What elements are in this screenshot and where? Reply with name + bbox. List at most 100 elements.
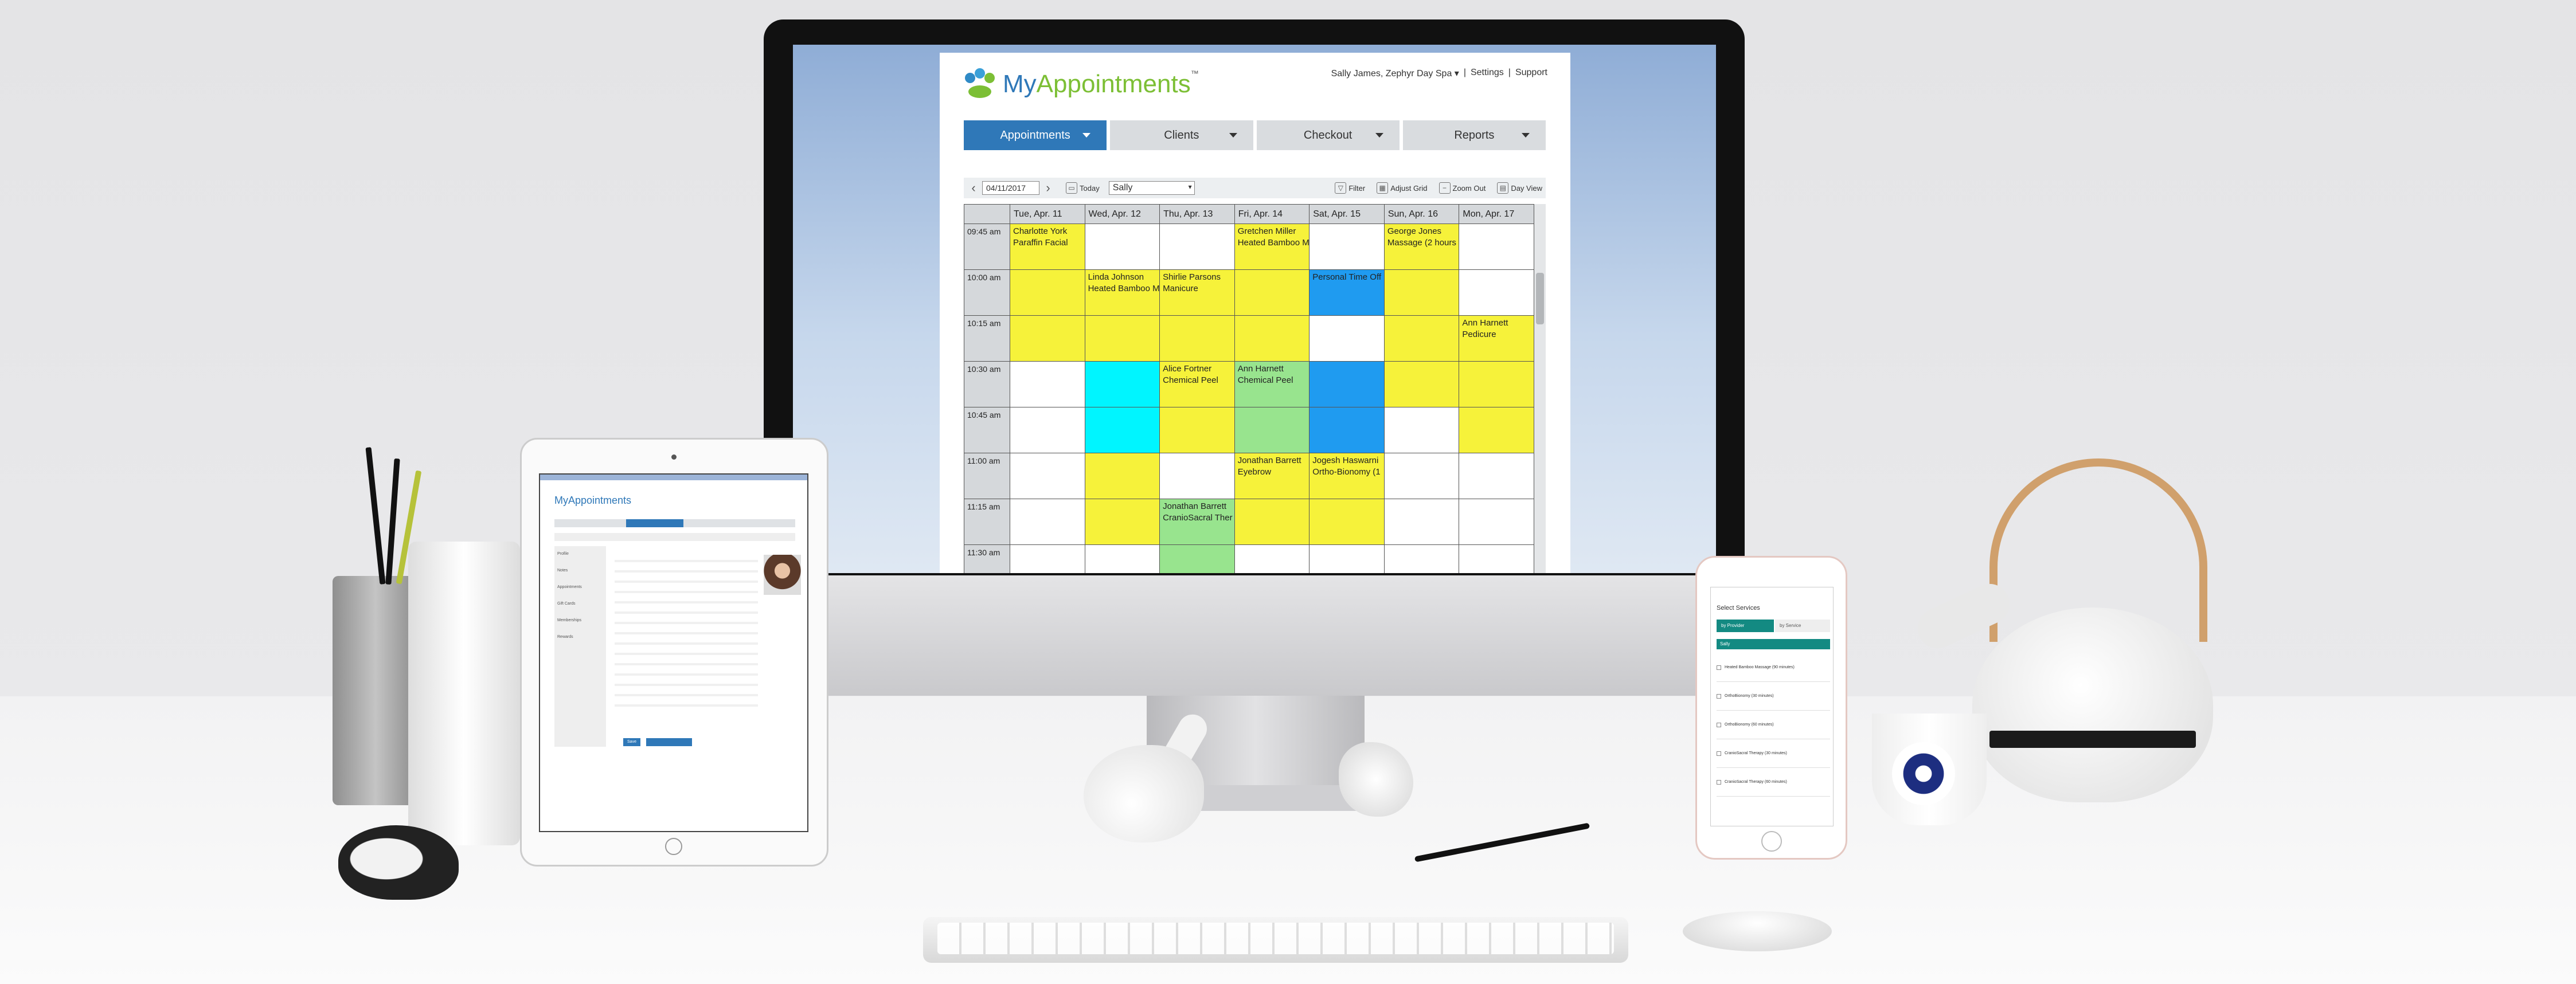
time-slot[interactable] — [1234, 544, 1310, 573]
day-header[interactable]: Tue, Apr. 11 — [1010, 204, 1085, 224]
time-slot[interactable] — [1010, 361, 1085, 407]
date-input[interactable]: 04/11/2017 — [982, 181, 1039, 195]
time-slot[interactable] — [1383, 544, 1460, 573]
time-slot[interactable] — [1159, 407, 1235, 453]
time-slot[interactable] — [1159, 453, 1235, 499]
time-slot[interactable] — [1383, 453, 1460, 499]
time-slot[interactable] — [1234, 407, 1310, 453]
tab-reports[interactable]: Reports — [1402, 120, 1546, 150]
time-slot[interactable] — [1234, 269, 1310, 316]
time-slot[interactable] — [1084, 224, 1160, 270]
appointment-block[interactable]: Alice Fortner Chemical Peel — [1159, 361, 1235, 407]
time-slot[interactable] — [1084, 453, 1160, 499]
tab-appointments[interactable]: Appointments — [964, 120, 1107, 150]
time-slot[interactable] — [1309, 315, 1385, 362]
appointment-block[interactable]: Ann Harnett Pedicure — [1459, 315, 1534, 362]
time-slot[interactable] — [1084, 544, 1160, 573]
iphone-tab-by-service[interactable]: by Service — [1775, 620, 1830, 632]
time-slot[interactable] — [1383, 269, 1460, 316]
checkbox-icon[interactable] — [1717, 751, 1721, 756]
time-slot[interactable] — [1459, 453, 1534, 499]
day-header[interactable]: Mon, Apr. 17 — [1459, 204, 1534, 224]
today-button[interactable]: ▭ Today — [1066, 182, 1100, 194]
service-list-item[interactable]: Heated Bamboo Massage (90 minutes) — [1717, 653, 1830, 682]
time-slot[interactable] — [1459, 224, 1534, 270]
time-slot[interactable] — [1459, 544, 1534, 573]
checkbox-icon[interactable] — [1717, 693, 1721, 699]
service-list-item[interactable]: OrthoBionomy (60 minutes) — [1717, 711, 1830, 739]
time-slot[interactable] — [1010, 269, 1085, 316]
time-slot[interactable] — [1159, 315, 1235, 362]
appointment-block[interactable]: Gretchen Miller Heated Bamboo M — [1234, 224, 1310, 270]
ipad-menu-item[interactable]: Rewards — [557, 635, 603, 639]
time-slot[interactable] — [1010, 453, 1085, 499]
time-slot[interactable] — [1309, 224, 1385, 270]
time-slot[interactable] — [1459, 269, 1534, 316]
day-header[interactable]: Sat, Apr. 15 — [1309, 204, 1385, 224]
day-header[interactable]: Wed, Apr. 12 — [1084, 204, 1160, 224]
time-slot[interactable] — [1309, 544, 1385, 573]
time-slot[interactable] — [1010, 544, 1085, 573]
ipad-menu-item[interactable]: Profile — [557, 552, 603, 556]
ipad-menu-item[interactable]: Appointments — [557, 585, 603, 589]
day-header[interactable]: Fri, Apr. 14 — [1234, 204, 1310, 224]
day-header[interactable]: Sun, Apr. 16 — [1383, 204, 1460, 224]
time-slot[interactable] — [1159, 544, 1235, 573]
time-slot[interactable] — [1459, 499, 1534, 545]
iphone-home-button[interactable] — [1761, 831, 1782, 852]
checkbox-icon[interactable] — [1717, 722, 1721, 727]
next-week-icon[interactable]: › — [1042, 181, 1054, 195]
scroll-thumb[interactable] — [1536, 273, 1544, 324]
appointment-block[interactable]: Charlotte York Paraffin Facial — [1010, 224, 1085, 270]
time-slot[interactable] — [1383, 499, 1460, 545]
day-header[interactable]: Thu, Apr. 13 — [1159, 204, 1235, 224]
appointment-block[interactable]: Ann Harnett Chemical Peel — [1234, 361, 1310, 407]
time-slot[interactable] — [1010, 499, 1085, 545]
service-list-item[interactable]: CranioSacral Therapy (30 minutes) — [1717, 739, 1830, 768]
user-menu[interactable]: Sally James, Zephyr Day Spa ▾ — [1331, 68, 1459, 79]
iphone-tab-by-provider[interactable]: by Provider — [1717, 620, 1774, 632]
time-slot[interactable] — [1084, 499, 1160, 545]
adjust-grid-button[interactable]: ▦ Adjust Grid — [1377, 182, 1428, 194]
tab-clients[interactable]: Clients — [1110, 120, 1253, 150]
time-slot[interactable] — [1159, 224, 1235, 270]
appointment-block[interactable]: Jonathan Barrett CranioSacral Ther — [1159, 499, 1235, 545]
time-slot[interactable] — [1234, 499, 1310, 545]
zoom-out-button[interactable]: − Zoom Out — [1439, 182, 1486, 194]
ipad-menu-item[interactable]: Gift Cards — [557, 602, 603, 606]
time-slot[interactable] — [1309, 361, 1385, 407]
time-slot[interactable] — [1309, 499, 1385, 545]
time-slot[interactable] — [1383, 361, 1460, 407]
ipad-home-button[interactable] — [665, 838, 682, 855]
appointment-block[interactable]: Jogesh Haswarni Ortho-Bionomy (1 — [1309, 453, 1385, 499]
time-slot[interactable] — [1010, 315, 1085, 362]
filter-button[interactable]: ▽ Filter — [1335, 182, 1365, 194]
time-slot[interactable] — [1459, 407, 1534, 453]
calendar-scrollbar[interactable] — [1534, 204, 1546, 573]
ipad-save-button[interactable]: Save — [623, 738, 640, 746]
service-list-item[interactable]: CranioSacral Therapy (60 minutes) — [1717, 768, 1830, 797]
app-logo[interactable]: MyAppointments ™ — [963, 64, 1199, 104]
ipad-menu-item[interactable]: Notes — [557, 569, 603, 573]
time-slot[interactable] — [1234, 315, 1310, 362]
time-slot[interactable] — [1084, 407, 1160, 453]
appointment-block[interactable]: Linda Johnson Heated Bamboo M — [1084, 269, 1160, 316]
checkbox-icon[interactable] — [1717, 779, 1721, 785]
time-slot[interactable] — [1309, 407, 1385, 453]
time-slot[interactable] — [1084, 361, 1160, 407]
support-link[interactable]: Support — [1515, 68, 1547, 79]
ipad-tab-clients[interactable] — [626, 519, 683, 527]
appointment-block[interactable]: Shirlie Parsons Manicure — [1159, 269, 1235, 316]
appointment-block[interactable]: Personal Time Off — [1309, 269, 1385, 316]
checkbox-icon[interactable] — [1717, 665, 1721, 670]
time-slot[interactable] — [1084, 315, 1160, 362]
time-slot[interactable] — [1459, 361, 1534, 407]
day-view-button[interactable]: ▤ Day View — [1497, 182, 1542, 194]
tab-checkout[interactable]: Checkout — [1256, 120, 1400, 150]
ipad-menu-item[interactable]: Memberships — [557, 618, 603, 622]
settings-link[interactable]: Settings — [1471, 68, 1504, 79]
staff-select[interactable]: Sally — [1108, 181, 1195, 195]
service-list-item[interactable]: OrthoBionomy (30 minutes) — [1717, 682, 1830, 711]
appointment-block[interactable]: George Jones Massage (2 hours — [1383, 224, 1460, 270]
appointment-block[interactable]: Jonathan Barrett Eyebrow — [1234, 453, 1310, 499]
